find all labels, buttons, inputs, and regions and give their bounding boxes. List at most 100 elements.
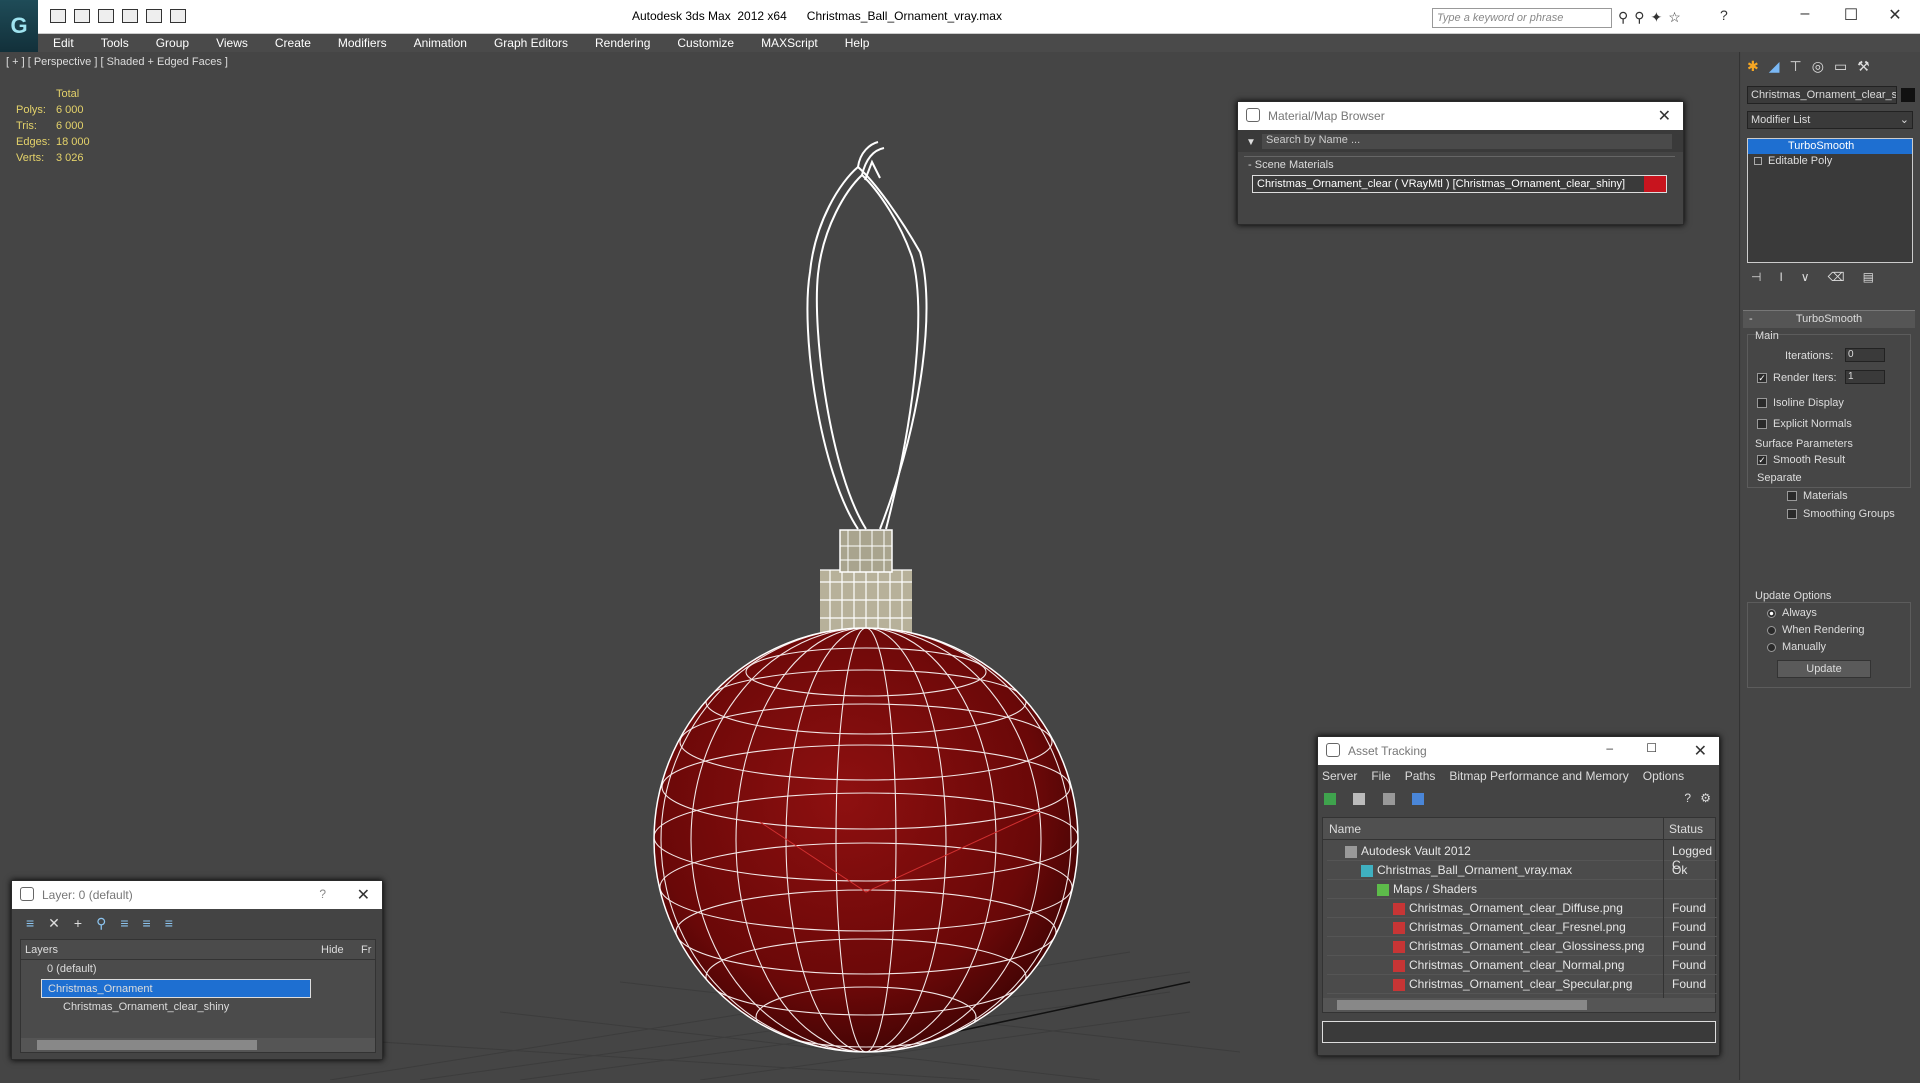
close-button[interactable]: ✕ bbox=[1880, 5, 1910, 25]
layer-titlebar[interactable]: Layer: 0 (default) ? ✕ bbox=[12, 881, 382, 909]
options-icon[interactable]: ⚙ bbox=[1700, 791, 1711, 805]
help-icon[interactable]: ? bbox=[1684, 791, 1691, 805]
asset-row[interactable]: Christmas_Ornament_clear_Diffuse.png Foun… bbox=[1327, 899, 1717, 918]
smooth-result-checkbox[interactable]: ✓ bbox=[1757, 455, 1767, 466]
menu-item[interactable]: Views bbox=[201, 34, 260, 50]
object-name-field[interactable]: Christmas_Ornament_clear_s bbox=[1747, 86, 1897, 104]
render-iters-row[interactable]: ✓ Render Iters: bbox=[1757, 372, 1837, 384]
stack-item-editable-poly[interactable]: Editable Poly bbox=[1748, 154, 1912, 169]
materials-checkbox[interactable] bbox=[1787, 491, 1797, 502]
redo-icon[interactable] bbox=[170, 9, 186, 23]
configure-sets-icon[interactable]: ▤ bbox=[1863, 270, 1892, 284]
display-tab-icon[interactable]: ▭ bbox=[1834, 58, 1857, 74]
asset-row[interactable]: Christmas_Ornament_clear_Glossiness.png F… bbox=[1327, 937, 1717, 956]
show-end-result-icon[interactable]: I bbox=[1779, 270, 1800, 284]
refresh-icon[interactable] bbox=[1324, 792, 1336, 805]
utilities-tab-icon[interactable]: ⚒ bbox=[1857, 58, 1880, 74]
menu-item[interactable]: Modifiers bbox=[323, 34, 399, 50]
asset-menu-item[interactable]: Server bbox=[1322, 769, 1357, 783]
search-input[interactable]: Type a keyword or phrase bbox=[1432, 8, 1612, 28]
tree-icon[interactable] bbox=[1382, 792, 1395, 805]
modifier-list-dropdown[interactable]: Modifier List ⌄ bbox=[1747, 111, 1913, 129]
asset-row[interactable]: Christmas_Ornament_clear_Fresnel.png Foun… bbox=[1327, 918, 1717, 937]
scroll-thumb[interactable] bbox=[1337, 1000, 1587, 1010]
layer-row[interactable]: Christmas_Ornament_clear_shiny bbox=[57, 998, 375, 1017]
layer-row[interactable]: 0 (default) bbox=[41, 960, 375, 979]
create-tab-icon[interactable]: ✱ bbox=[1747, 58, 1769, 74]
motion-tab-icon[interactable]: ◎ bbox=[1812, 58, 1834, 74]
maximize-button[interactable]: ☐ bbox=[1836, 5, 1866, 25]
asset-row[interactable]: Maps / Shaders bbox=[1327, 880, 1717, 899]
smoothing-groups-checkbox[interactable] bbox=[1787, 509, 1797, 520]
freeze-column[interactable]: Fr bbox=[361, 944, 371, 956]
smoothing-groups-row[interactable]: Smoothing Groups bbox=[1787, 508, 1895, 520]
new-layer-icon[interactable]: ≡ bbox=[26, 915, 48, 931]
undo-icon[interactable] bbox=[146, 9, 162, 23]
expand-icon[interactable] bbox=[1754, 157, 1762, 165]
help-icon[interactable]: ? bbox=[319, 887, 326, 901]
asset-menu-item[interactable]: Bitmap Performance and Memory bbox=[1449, 769, 1628, 783]
hide-column[interactable]: Hide bbox=[321, 944, 344, 956]
always-radio[interactable] bbox=[1767, 608, 1776, 618]
menu-item[interactable]: MAXScript bbox=[746, 34, 830, 50]
highlight-layer-icon[interactable]: ≡ bbox=[120, 915, 142, 931]
render-iters-checkbox[interactable]: ✓ bbox=[1757, 373, 1767, 384]
minimize-button[interactable]: – bbox=[1790, 5, 1820, 25]
asset-row[interactable]: Christmas_Ball_Ornament_vray.max Ok bbox=[1327, 861, 1717, 880]
asset-row[interactable]: Christmas_Ornament_clear_Specular.png Fou… bbox=[1327, 975, 1717, 994]
isoline-row[interactable]: Isoline Display bbox=[1757, 397, 1844, 409]
filter-icon[interactable]: ▼ bbox=[1246, 137, 1256, 148]
asset-row[interactable]: Autodesk Vault 2012 Logged C bbox=[1327, 842, 1717, 872]
menu-item[interactable]: Graph Editors bbox=[479, 34, 580, 50]
object-color-swatch[interactable] bbox=[1901, 88, 1915, 102]
asset-path-field[interactable] bbox=[1322, 1021, 1716, 1043]
layer-row[interactable]: Christmas_Ornament bbox=[41, 979, 311, 998]
menu-item[interactable]: Create bbox=[260, 34, 323, 50]
column-status[interactable]: Status bbox=[1669, 822, 1703, 836]
iterations-spinner[interactable]: 0 bbox=[1845, 348, 1885, 362]
column-name[interactable]: Name bbox=[1329, 822, 1361, 836]
pin-stack-icon[interactable]: ⊣ bbox=[1751, 270, 1779, 284]
asset-row[interactable]: Christmas_Ornament_clear_Normal.png Found bbox=[1327, 956, 1717, 975]
scroll-thumb[interactable] bbox=[37, 1040, 257, 1050]
render-iters-spinner[interactable]: 1 bbox=[1845, 370, 1885, 384]
isoline-checkbox[interactable] bbox=[1757, 398, 1767, 409]
asset-tracking-titlebar[interactable]: Asset Tracking – ☐ ✕ bbox=[1318, 737, 1719, 765]
menu-item[interactable]: Edit bbox=[38, 34, 86, 50]
select-objects-icon[interactable]: ⚲ bbox=[96, 915, 120, 931]
menu-item[interactable]: Rendering bbox=[580, 34, 662, 50]
table-view-icon[interactable] bbox=[1412, 792, 1425, 805]
modify-tab-icon[interactable]: ◢ bbox=[1769, 58, 1790, 74]
menu-item[interactable]: Tools bbox=[86, 34, 141, 50]
scene-materials-header[interactable]: - Scene Materials bbox=[1244, 156, 1675, 173]
delete-layer-icon[interactable]: ✕ bbox=[48, 915, 74, 931]
hierarchy-tab-icon[interactable]: ⊤ bbox=[1790, 58, 1812, 74]
open-icon[interactable] bbox=[50, 9, 66, 23]
help-icon[interactable]: ? bbox=[1720, 7, 1728, 23]
freeze-all-icon[interactable]: ≡ bbox=[165, 915, 187, 931]
hold-icon[interactable] bbox=[122, 9, 138, 23]
maximize-icon[interactable]: ☐ bbox=[1646, 741, 1657, 755]
list-icon[interactable] bbox=[1353, 792, 1366, 805]
layer-h-scrollbar[interactable] bbox=[21, 1038, 375, 1052]
explicit-normals-row[interactable]: Explicit Normals bbox=[1757, 418, 1852, 430]
manually-row[interactable]: Manually bbox=[1767, 641, 1826, 653]
search-tools-icons[interactable]: ⚲⚲✦☆ bbox=[1618, 9, 1698, 25]
menu-item[interactable]: Help bbox=[830, 34, 882, 50]
add-to-layer-icon[interactable]: + bbox=[74, 915, 96, 931]
material-search-input[interactable]: Search by Name ... bbox=[1262, 134, 1672, 149]
app-logo-icon[interactable]: G bbox=[0, 0, 38, 52]
when-rendering-row[interactable]: When Rendering bbox=[1767, 624, 1865, 636]
asset-menu-item[interactable]: Options bbox=[1643, 769, 1684, 783]
material-item[interactable]: Christmas_Ornament_clear ( VRayMtl ) [Ch… bbox=[1252, 175, 1667, 193]
remove-modifier-icon[interactable]: ⌫ bbox=[1828, 270, 1863, 284]
stack-item-turbosmooth[interactable]: TurboSmooth bbox=[1748, 139, 1912, 154]
viewport-label[interactable]: [ + ] [ Perspective ] [ Shaded + Edged F… bbox=[6, 56, 228, 68]
hide-all-icon[interactable]: ≡ bbox=[143, 915, 165, 931]
close-icon[interactable]: ✕ bbox=[357, 885, 370, 905]
explicit-normals-checkbox[interactable] bbox=[1757, 419, 1767, 430]
always-row[interactable]: Always bbox=[1767, 607, 1817, 619]
layers-column[interactable]: Layers bbox=[25, 944, 58, 956]
minimize-icon[interactable]: – bbox=[1606, 741, 1613, 755]
material-browser-titlebar[interactable]: Material/Map Browser ✕ bbox=[1238, 102, 1683, 130]
